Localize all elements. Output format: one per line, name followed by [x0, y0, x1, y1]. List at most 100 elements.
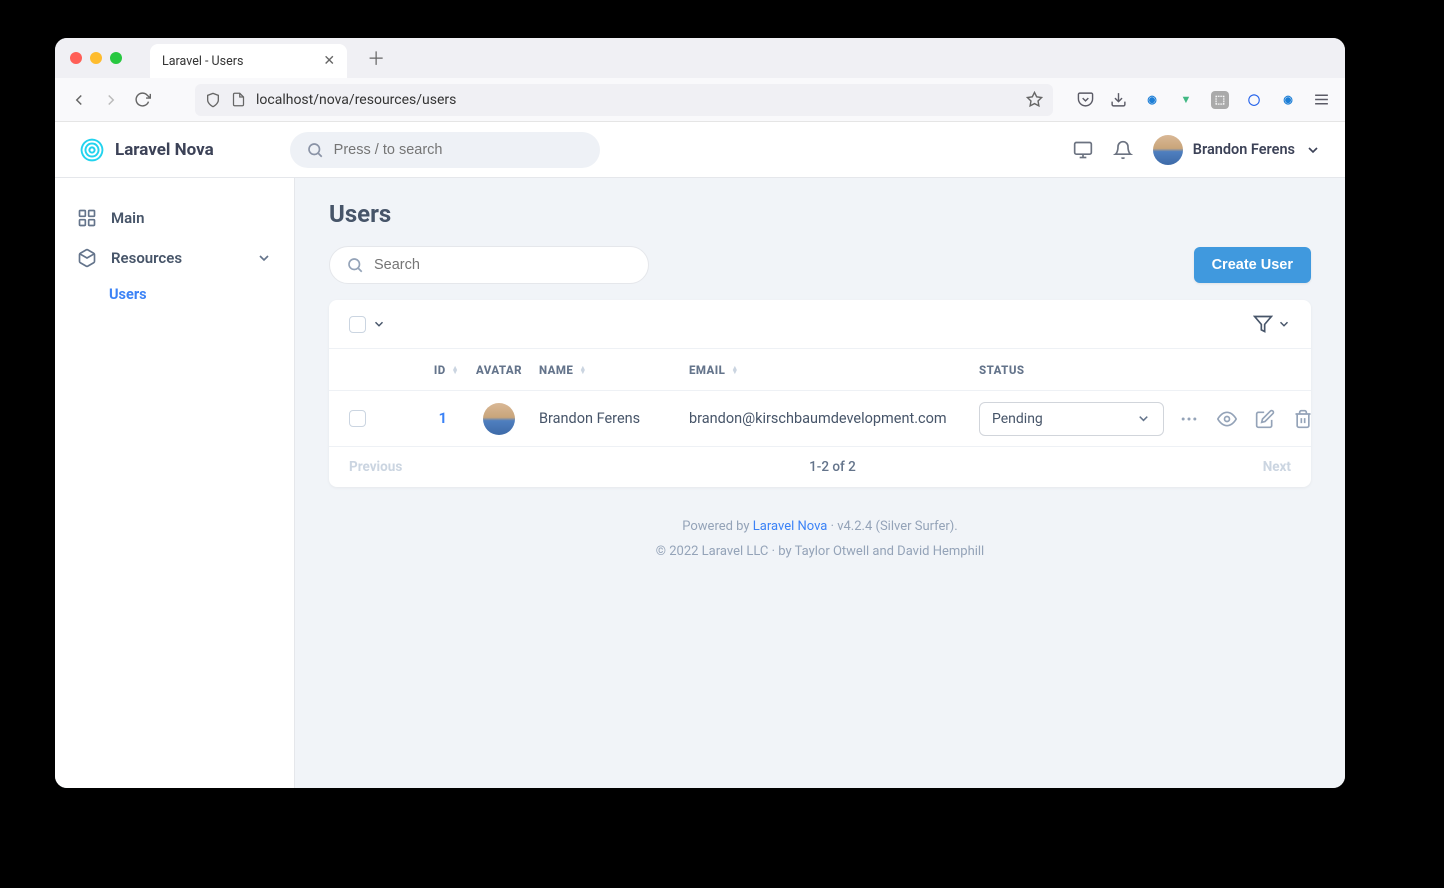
page-icon [231, 92, 246, 107]
column-header-email[interactable]: EMAIL ▲▼ [689, 363, 979, 377]
footer: Powered by Laravel Nova · v4.2.4 (Silver… [329, 515, 1311, 564]
browser-window: Laravel - Users ✕ ＋ localhost/nova/resou… [55, 38, 1345, 788]
filter-icon [1253, 314, 1273, 334]
chevron-down-icon [1277, 317, 1291, 331]
desktop-icon[interactable] [1073, 140, 1093, 160]
footer-nova-link[interactable]: Laravel Nova [753, 519, 828, 534]
search-icon [306, 141, 324, 159]
nav-forward-button[interactable] [102, 91, 120, 109]
status-select[interactable]: Pending [979, 402, 1164, 436]
pager-prev[interactable]: Previous [349, 459, 402, 475]
cell-name: Brandon Ferens [539, 410, 689, 427]
sidebar-item-main[interactable]: Main [67, 198, 282, 238]
extension-icon-4[interactable]: ◯ [1245, 91, 1263, 109]
sidebar-item-users[interactable]: Users [67, 278, 282, 311]
global-search[interactable] [290, 132, 600, 168]
resource-search[interactable] [329, 246, 649, 284]
vue-devtools-icon[interactable]: ▼ [1177, 91, 1195, 109]
bell-icon[interactable] [1113, 140, 1133, 160]
resource-toolbar: Create User [329, 246, 1311, 284]
sidebar: Main Resources Users [55, 178, 295, 788]
column-header-id[interactable]: ID ▲▼ [399, 363, 459, 377]
table-header: ID ▲▼ AVATAR NAME ▲▼ EMAIL ▲▼ [329, 349, 1311, 391]
sort-icon: ▲▼ [452, 366, 459, 374]
select-all-checkbox[interactable] [349, 316, 366, 333]
extension-icon-5[interactable]: ◉ [1279, 91, 1297, 109]
column-header-status: STATUS [979, 363, 1179, 377]
view-icon[interactable] [1217, 409, 1237, 429]
logo[interactable]: Laravel Nova [79, 137, 214, 163]
app-body: Main Resources Users Users Create User [55, 178, 1345, 788]
edit-icon[interactable] [1255, 409, 1275, 429]
pagination: Previous 1-2 of 2 Next [329, 447, 1311, 487]
tab-title: Laravel - Users [162, 54, 243, 69]
chevron-down-icon [1305, 142, 1321, 158]
row-actions [1179, 409, 1311, 429]
resource-table-card: ID ▲▼ AVATAR NAME ▲▼ EMAIL ▲▼ [329, 300, 1311, 487]
url-text: localhost/nova/resources/users [256, 92, 456, 108]
browser-tab-bar: Laravel - Users ✕ ＋ [55, 38, 1345, 78]
sidebar-item-label: Users [109, 286, 147, 303]
footer-version: · v4.2.4 (Silver Surfer). [827, 519, 957, 534]
logo-icon [79, 137, 105, 163]
page-title: Users [329, 200, 1311, 228]
reload-button[interactable] [134, 91, 151, 108]
app-header: Laravel Nova Brandon Ferens [55, 122, 1345, 178]
hamburger-menu-icon[interactable] [1313, 91, 1330, 108]
window-controls [70, 52, 122, 64]
box-icon [77, 248, 97, 268]
row-checkbox[interactable] [349, 410, 366, 427]
pager-count: 1-2 of 2 [809, 459, 856, 475]
download-icon[interactable] [1110, 91, 1127, 108]
footer-copyright: © 2022 Laravel LLC · by Taylor Otwell an… [329, 540, 1311, 565]
filter-button[interactable] [1253, 314, 1291, 334]
sort-icon: ▲▼ [731, 366, 738, 374]
sort-icon: ▲▼ [579, 366, 586, 374]
search-icon [346, 256, 364, 274]
status-value: Pending [992, 411, 1043, 427]
header-right: Brandon Ferens [1073, 135, 1321, 165]
browser-url-bar: localhost/nova/resources/users ◉ ▼ ⬚ ◯ ◉ [55, 78, 1345, 122]
cell-avatar [459, 403, 539, 435]
chevron-down-icon [256, 250, 272, 266]
window-close-button[interactable] [70, 52, 82, 64]
chevron-down-icon [1136, 411, 1151, 426]
extension-icon-1[interactable]: ◉ [1143, 91, 1161, 109]
browser-tab[interactable]: Laravel - Users ✕ [150, 44, 347, 78]
cell-id[interactable]: 1 [399, 410, 459, 427]
main-content: Users Create User [295, 178, 1345, 788]
user-menu[interactable]: Brandon Ferens [1153, 135, 1321, 165]
table-row: 1 Brandon Ferens brandon@kirschbaumdevel… [329, 391, 1311, 447]
global-search-input[interactable] [334, 142, 584, 158]
grid-icon [77, 208, 97, 228]
user-name: Brandon Ferens [1193, 141, 1295, 158]
bookmark-star-icon[interactable] [1026, 91, 1043, 108]
sidebar-item-resources[interactable]: Resources [67, 238, 282, 278]
browser-toolbar-icons: ◉ ▼ ⬚ ◯ ◉ [1077, 91, 1330, 109]
more-actions-icon[interactable] [1179, 409, 1199, 429]
trash-icon[interactable] [1293, 409, 1311, 429]
logo-text: Laravel Nova [115, 140, 214, 160]
chevron-down-icon[interactable] [372, 317, 386, 331]
url-input[interactable]: localhost/nova/resources/users [195, 84, 1053, 116]
pocket-icon[interactable] [1077, 91, 1094, 108]
cell-email: brandon@kirschbaumdevelopment.com [689, 410, 979, 427]
tab-close-button[interactable]: ✕ [323, 53, 335, 69]
avatar [483, 403, 515, 435]
table-toolbar [329, 300, 1311, 349]
new-tab-button[interactable]: ＋ [367, 45, 385, 71]
create-user-button[interactable]: Create User [1194, 247, 1311, 283]
footer-powered-prefix: Powered by [682, 519, 753, 534]
user-avatar [1153, 135, 1183, 165]
pager-next[interactable]: Next [1263, 459, 1291, 475]
window-minimize-button[interactable] [90, 52, 102, 64]
column-header-avatar: AVATAR [459, 363, 539, 377]
window-maximize-button[interactable] [110, 52, 122, 64]
column-header-name[interactable]: NAME ▲▼ [539, 363, 689, 377]
sidebar-item-label: Main [111, 209, 144, 227]
extension-icon-3[interactable]: ⬚ [1211, 91, 1229, 109]
nav-back-button[interactable] [70, 91, 88, 109]
resource-search-input[interactable] [374, 257, 632, 273]
sidebar-item-label: Resources [111, 249, 182, 267]
tracking-shield-icon [205, 92, 221, 108]
